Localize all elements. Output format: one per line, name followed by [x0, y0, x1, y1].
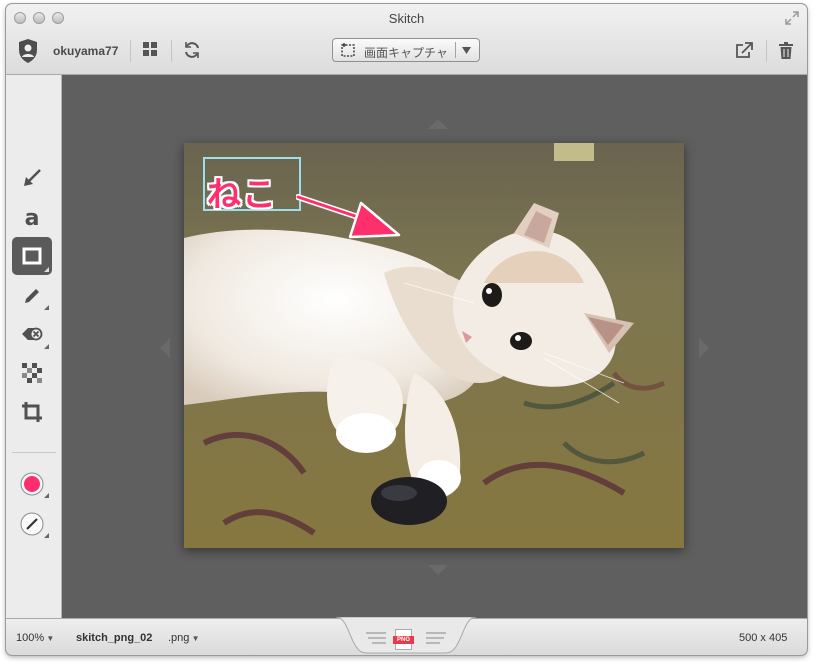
annotation-arrow[interactable] — [296, 191, 406, 241]
pen-tool[interactable] — [12, 276, 52, 314]
rectangle-tool[interactable] — [12, 237, 52, 275]
pen-icon — [25, 289, 39, 303]
title-toolbar: Skitch okuyama77 画面キャプチャ — [6, 4, 807, 75]
zoom-value: 100% — [16, 632, 45, 644]
color-picker-button[interactable] — [12, 465, 52, 503]
capture-button[interactable]: 画面キャプチャ — [332, 38, 480, 62]
annotation-text[interactable]: ねこ — [207, 167, 277, 216]
grid-icon[interactable] — [142, 41, 158, 57]
image-dimensions: 500 x 405 — [739, 632, 788, 644]
color-swatch-icon — [20, 472, 44, 496]
tool-palette: a — [6, 75, 62, 618]
fullscreen-icon[interactable] — [785, 11, 799, 25]
submenu-corner-icon — [44, 493, 49, 498]
line-width-icon — [20, 512, 44, 536]
chevron-down-icon: ▼ — [44, 634, 55, 643]
skitch-window: Skitch okuyama77 画面キャプチャ a ねこ 100% ▼ ski… — [6, 4, 807, 655]
account-icon[interactable] — [16, 37, 40, 65]
pixelate-tool[interactable] — [12, 354, 52, 392]
crop-icon — [22, 402, 42, 422]
cat-photo[interactable]: ねこ — [184, 143, 684, 548]
pixelate-icon — [22, 363, 42, 383]
toolbar-divider — [766, 40, 767, 62]
window-title: Skitch — [388, 11, 425, 26]
capture-label: 画面キャプチャ — [364, 46, 448, 60]
arrow-tool[interactable] — [12, 159, 52, 197]
submenu-corner-icon — [44, 533, 49, 538]
toolbar-divider — [171, 40, 172, 62]
rectangle-icon — [22, 247, 42, 265]
capture-icon — [341, 43, 355, 57]
palette-divider — [12, 452, 56, 453]
canvas-area[interactable]: ねこ — [62, 75, 807, 618]
status-bar: 100% ▼ skitch_png_02 .png ▼ PNG 500 x 40… — [6, 617, 807, 655]
zoom-selector[interactable]: 100% ▼ — [16, 632, 54, 644]
text-tool[interactable]: a — [12, 198, 52, 236]
text-icon: a — [25, 206, 40, 228]
file-extension: .png — [168, 632, 190, 644]
eraser-icon — [22, 327, 43, 341]
submenu-corner-icon — [44, 267, 49, 272]
submenu-corner-icon — [44, 305, 49, 310]
submenu-corner-icon — [44, 344, 49, 349]
username-label[interactable]: okuyama77 — [53, 44, 118, 58]
nudge-down-icon[interactable] — [428, 565, 448, 575]
nudge-left-icon[interactable] — [160, 338, 170, 358]
filename-field[interactable]: skitch_png_02 — [76, 632, 152, 644]
sync-icon[interactable] — [182, 40, 202, 60]
share-icon[interactable] — [734, 40, 754, 60]
toolbar-divider — [130, 40, 131, 62]
trash-icon[interactable] — [777, 40, 795, 60]
png-badge: PNG — [393, 636, 414, 644]
line-width-button[interactable] — [12, 505, 52, 543]
nudge-up-icon[interactable] — [428, 119, 448, 129]
svg-text:a: a — [25, 206, 40, 228]
dropdown-arrow-icon[interactable] — [462, 47, 471, 54]
arrow-icon — [24, 169, 41, 186]
capture-divider — [455, 42, 456, 58]
file-format-selector[interactable]: .png ▼ — [168, 632, 200, 644]
png-file-icon[interactable]: PNG — [393, 629, 414, 650]
crop-tool[interactable] — [12, 393, 52, 431]
nudge-right-icon[interactable] — [699, 338, 709, 358]
chevron-down-icon: ▼ — [189, 634, 200, 643]
eraser-tool[interactable] — [12, 315, 52, 353]
